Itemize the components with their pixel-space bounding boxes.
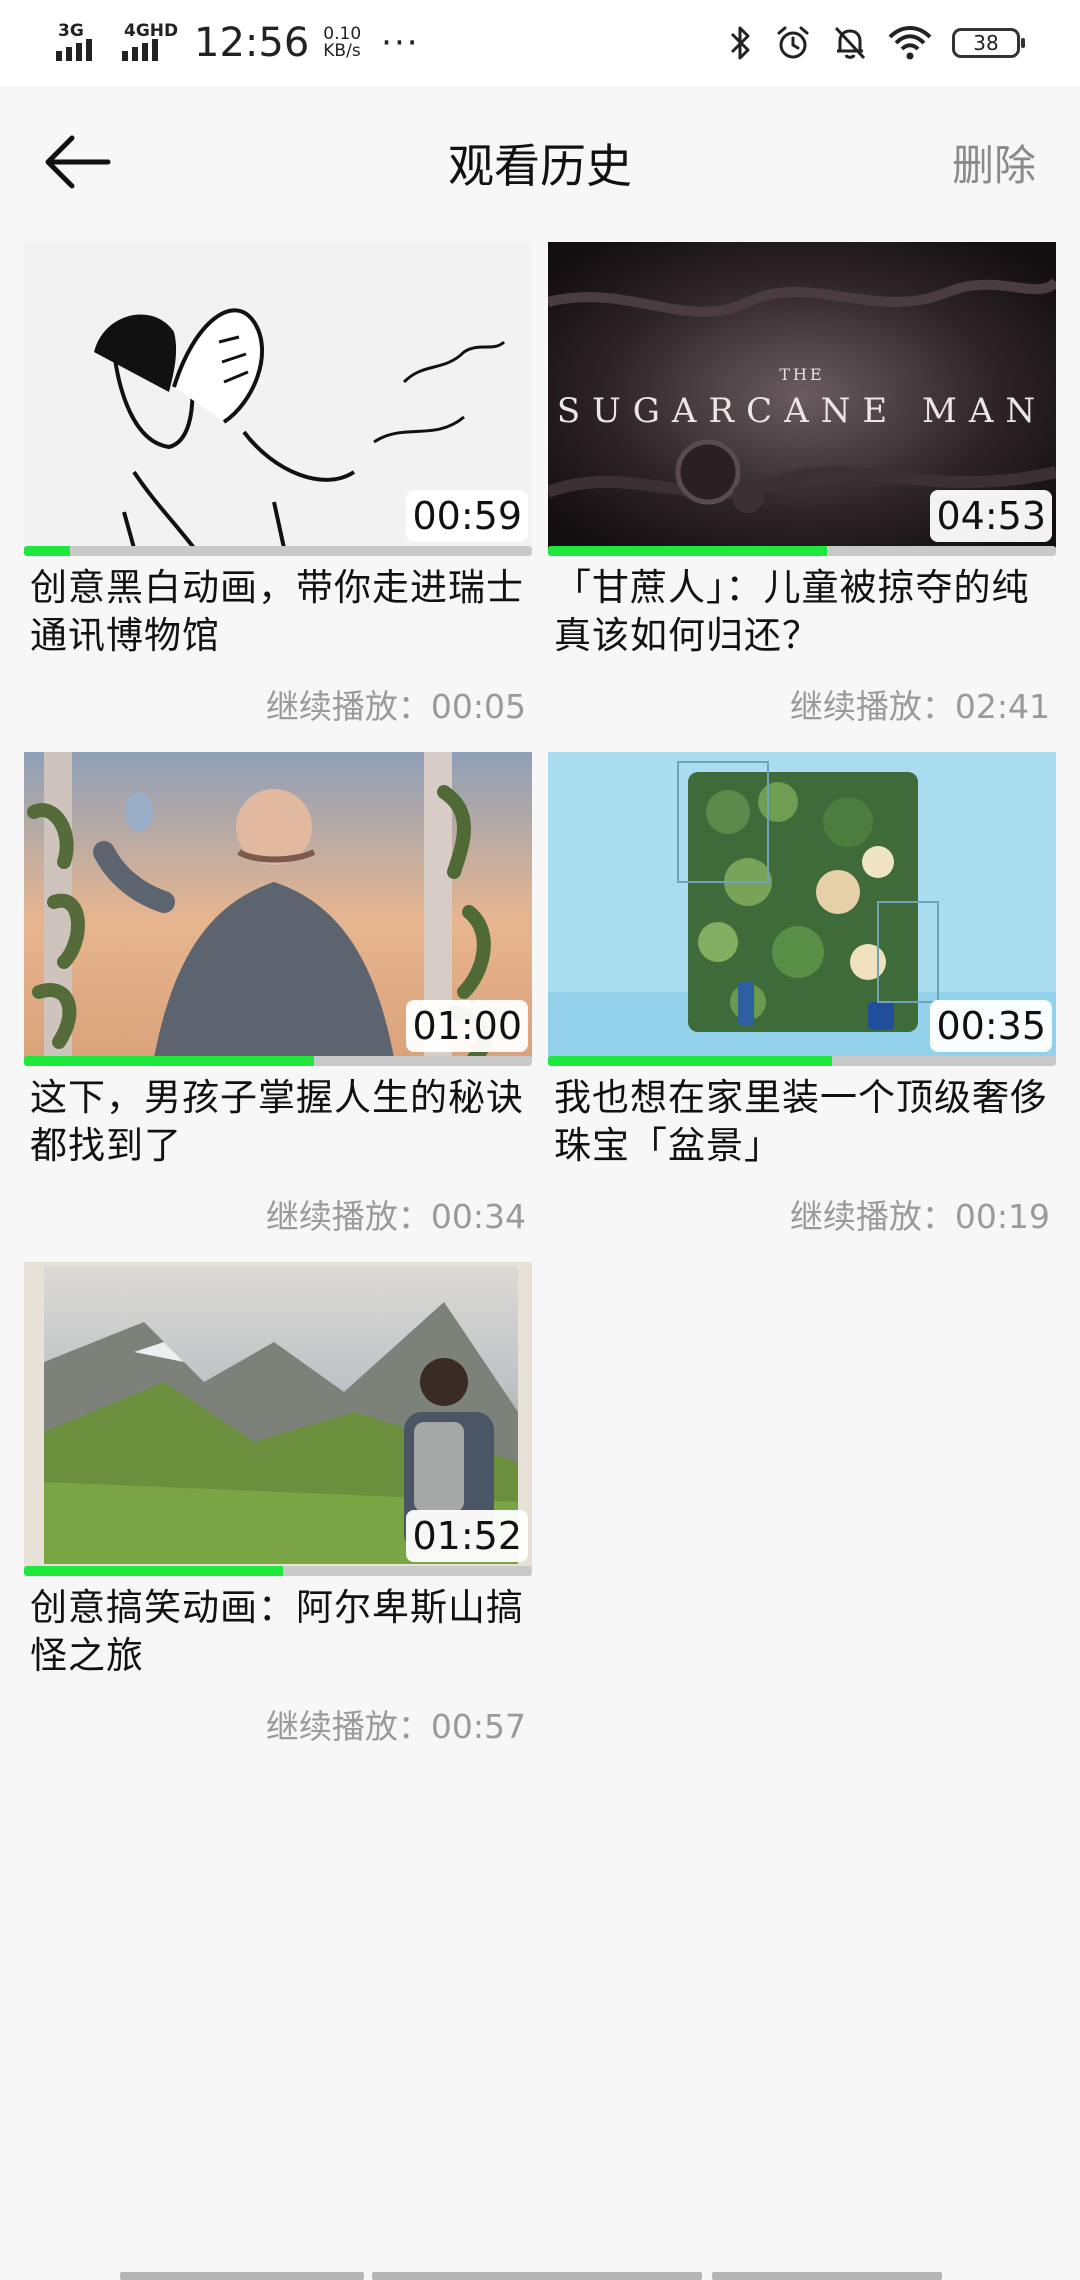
status-bar: 3G 4GHD 12:56 0.10 KB/s ··· 38 — [0, 0, 1080, 86]
bluetooth-icon — [728, 24, 754, 62]
video-thumbnail: 00:35 — [548, 752, 1056, 1058]
thumb-text-big: SUGARCANE MAN — [557, 391, 1047, 431]
video-title: 创意黑白动画，带你走进瑞士通讯博物馆 — [30, 566, 524, 657]
watch-progress-fill — [24, 546, 70, 556]
watch-progress-fill — [548, 1056, 833, 1066]
battery-level: 38 — [973, 31, 999, 55]
resume-position: 继续播放：00:19 — [790, 1190, 1050, 1238]
resume-label: 继续播放： — [789, 687, 955, 726]
resume-time: 00:19 — [954, 1197, 1050, 1236]
resume-label: 继续播放： — [265, 687, 431, 726]
status-right: 38 — [728, 18, 1025, 68]
video-duration: 00:59 — [406, 490, 528, 542]
signal-3g-icon: 3G — [56, 15, 112, 71]
thumb-text-small: THE — [779, 365, 824, 384]
resume-label: 继续播放： — [265, 1707, 431, 1746]
watch-progress-bar — [24, 546, 532, 556]
page-title: 观看历史 — [448, 139, 632, 193]
network-speed: 0.10 KB/s — [323, 26, 361, 60]
watch-progress-fill — [24, 1056, 314, 1066]
resume-time: 00:05 — [430, 687, 526, 726]
resume-position: 继续播放：00:05 — [266, 680, 526, 728]
header: 观看历史 删除 — [0, 86, 1080, 232]
video-title: 我也想在家里装一个顶级奢侈珠宝「盆景」 — [554, 1076, 1048, 1167]
video-duration: 00:35 — [930, 1000, 1052, 1052]
resume-position: 继续播放：02:41 — [790, 680, 1050, 728]
signal-3g-label: 3G — [58, 21, 84, 41]
resume-position: 继续播放：00:34 — [266, 1190, 526, 1238]
network-speed-unit: KB/s — [323, 41, 361, 61]
resume-label: 继续播放： — [265, 1197, 431, 1236]
history-card[interactable]: 00:35 我也想在家里装一个顶级奢侈珠宝「盆景」 继续播放：00:19 — [548, 752, 1056, 1252]
status-left: 3G 4GHD 12:56 0.10 KB/s ··· — [56, 12, 420, 74]
delete-button[interactable]: 删除 — [952, 132, 1036, 193]
video-thumbnail: 00:59 — [24, 242, 532, 548]
watch-progress-bar — [24, 1566, 532, 1576]
battery-icon: 38 — [952, 28, 1025, 58]
video-duration: 01:52 — [406, 1510, 528, 1562]
resume-label: 继续播放： — [789, 1197, 955, 1236]
video-title: 创意搞笑动画：阿尔卑斯山搞怪之旅 — [30, 1586, 524, 1677]
bottom-scroll-indicator — [120, 2272, 980, 2280]
wifi-icon — [888, 25, 932, 61]
video-duration: 01:00 — [406, 1000, 528, 1052]
video-title: 这下，男孩子掌握人生的秘诀都找到了 — [30, 1076, 524, 1167]
video-thumbnail: 01:00 — [24, 752, 532, 1058]
resume-position: 继续播放：00:57 — [266, 1700, 526, 1748]
watch-progress-bar — [548, 546, 1056, 556]
clock: 12:56 — [194, 20, 310, 66]
more-notifications-icon: ··· — [381, 23, 420, 63]
watch-progress-bar — [548, 1056, 1056, 1066]
resume-time: 00:34 — [430, 1197, 526, 1236]
resume-time: 02:41 — [954, 687, 1050, 726]
video-duration: 04:53 — [930, 490, 1052, 542]
video-title: 「甘蔗人」：儿童被掠夺的纯真该如何归还？ — [554, 566, 1030, 657]
video-thumbnail: THE SUGARCANE MAN 04:53 — [548, 242, 1056, 548]
video-thumbnail: 01:52 — [24, 1262, 532, 1568]
watch-progress-bar — [24, 1056, 532, 1066]
mute-icon — [832, 24, 868, 62]
history-card[interactable]: 00:59 创意黑白动画，带你走进瑞士通讯博物馆 继续播放：00:05 — [24, 242, 532, 742]
history-card[interactable]: THE SUGARCANE MAN 04:53 「甘蔗人」：儿童被掠夺的纯真该如… — [548, 242, 1056, 742]
history-card[interactable]: 01:00 这下，男孩子掌握人生的秘诀都找到了 继续播放：00:34 — [24, 752, 532, 1252]
signal-4g-icon: 4GHD — [122, 15, 178, 71]
watch-progress-fill — [548, 546, 828, 556]
watch-progress-fill — [24, 1566, 284, 1576]
signal-4g-label: 4GHD — [124, 21, 179, 41]
resume-time: 00:57 — [430, 1707, 526, 1746]
history-card[interactable]: 01:52 创意搞笑动画：阿尔卑斯山搞怪之旅 继续播放：00:57 — [24, 1262, 532, 1762]
alarm-icon — [774, 24, 812, 62]
